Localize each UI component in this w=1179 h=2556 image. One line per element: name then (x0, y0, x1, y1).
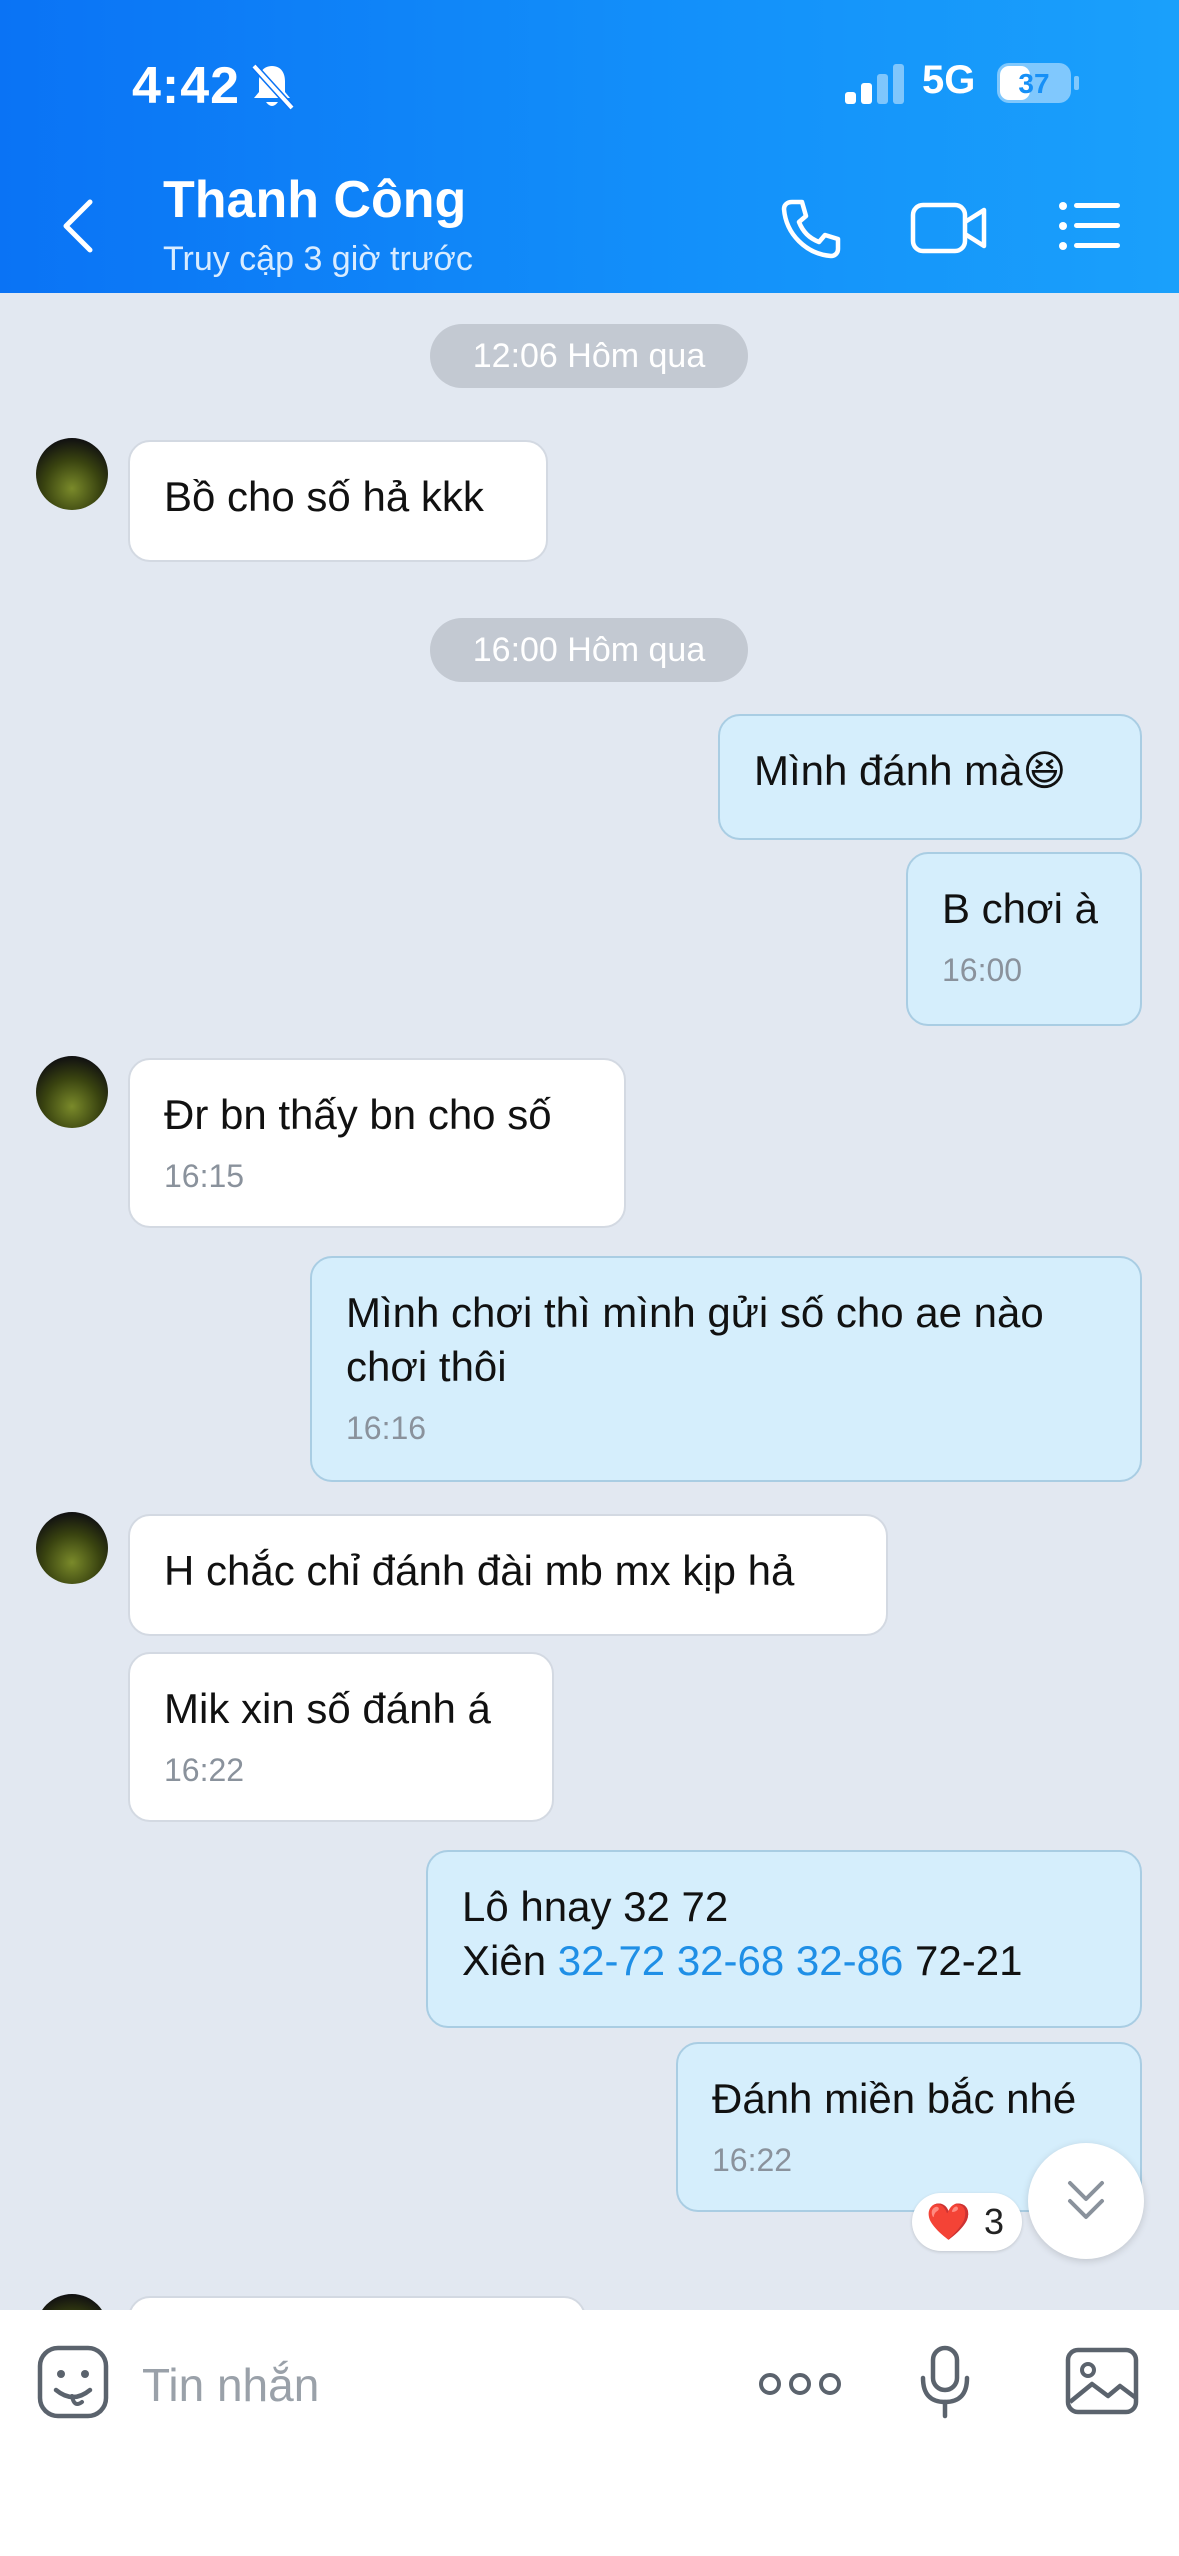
message-input-bar (0, 2310, 1179, 2556)
message-text-line: chơi thôi (346, 1343, 507, 1390)
more-options-icon[interactable] (758, 2370, 842, 2398)
double-chevron-down-icon (1068, 2181, 1104, 2219)
message-time: 16:00 (942, 952, 1023, 988)
message-input[interactable]: Tin nhắn (142, 2358, 319, 2412)
cell-signal-icon (845, 64, 904, 104)
reaction-badge[interactable]: ❤️ 3 (912, 2193, 1022, 2251)
date-separator: 16:00 Hôm qua (430, 618, 748, 682)
message-text-line: Xiên 32-72 32-68 32-86 72-21 (462, 1934, 1106, 1988)
message-text: Bồ cho số hả kkk (164, 473, 484, 520)
contact-avatar[interactable] (36, 1056, 108, 1128)
battery-level: 37 (1018, 68, 1049, 99)
message-text-line: Mình chơi thì mình gửi số cho ae nào (346, 1289, 1044, 1336)
message-text: Xiên (462, 1937, 547, 1984)
network-type: 5G (922, 58, 976, 102)
chat-header: 4:42 5G 37 Thanh Công Truy cập 3 giờ trư… (0, 0, 1179, 293)
message-time: 16:15 (164, 1158, 245, 1194)
battery-icon: 37 (997, 63, 1079, 103)
phone-icon[interactable] (778, 196, 844, 262)
message-text: 72-21 (915, 1937, 1023, 1984)
back-arrow-icon[interactable] (60, 196, 96, 256)
message-time: 16:22 (164, 1752, 245, 1788)
status-time: 4:42 (132, 57, 241, 115)
scroll-to-bottom-button[interactable] (1028, 2143, 1144, 2259)
message-bubble-incoming[interactable]: Mik xin số đánh á 16:22 (128, 1652, 554, 1822)
contact-avatar[interactable] (36, 1512, 108, 1584)
message-bubble-outgoing[interactable]: Lô hnay 32 72 Xiên 32-72 32-68 32-86 72-… (426, 1850, 1142, 2028)
message-bubble-outgoing[interactable]: Mình chơi thì mình gửi số cho ae nào chơ… (310, 1256, 1142, 1482)
message-text: Mình đánh mà😆 (754, 747, 1067, 794)
contact-name[interactable]: Thanh Công (163, 170, 466, 230)
video-camera-icon[interactable] (910, 200, 988, 256)
reaction-count: 3 (984, 2201, 1005, 2242)
message-text: Đr bn thấy bn cho số (164, 1091, 552, 1138)
message-bubble-outgoing[interactable]: B chơi à 16:00 (906, 852, 1142, 1026)
microphone-icon[interactable] (918, 2344, 972, 2420)
message-text: H chắc chỉ đánh đài mb mx kịp hả (164, 1547, 795, 1594)
number-link[interactable]: 32-72 (558, 1937, 665, 1984)
date-separator: 12:06 Hôm qua (430, 324, 748, 388)
contact-avatar[interactable] (36, 438, 108, 510)
message-bubble-outgoing[interactable]: Mình đánh mà😆 (718, 714, 1142, 840)
last-seen-status: Truy cập 3 giờ trước (163, 240, 473, 278)
message-text: B chơi à (942, 885, 1098, 932)
message-text-line: Lô hnay 32 72 (462, 1883, 729, 1930)
sticker-emoji-icon[interactable] (36, 2344, 110, 2420)
image-gallery-icon[interactable] (1064, 2346, 1140, 2416)
menu-list-icon[interactable] (1058, 200, 1122, 252)
number-link[interactable]: 32-68 (677, 1937, 784, 1984)
message-bubble-incoming[interactable]: H chắc chỉ đánh đài mb mx kịp hả (128, 1514, 888, 1636)
message-bubble-incoming[interactable]: Bồ cho số hả kkk (128, 440, 548, 562)
heart-icon: ❤️ (926, 2201, 971, 2242)
message-bubble-incoming[interactable]: Đr bn thấy bn cho số 16:15 (128, 1058, 626, 1228)
message-time: 16:16 (346, 1410, 427, 1446)
bell-muted-icon (251, 63, 294, 110)
message-text: Mik xin số đánh á (164, 1685, 491, 1732)
message-text: Đánh miền bắc nhé (712, 2075, 1077, 2122)
number-link[interactable]: 32-86 (796, 1937, 903, 1984)
